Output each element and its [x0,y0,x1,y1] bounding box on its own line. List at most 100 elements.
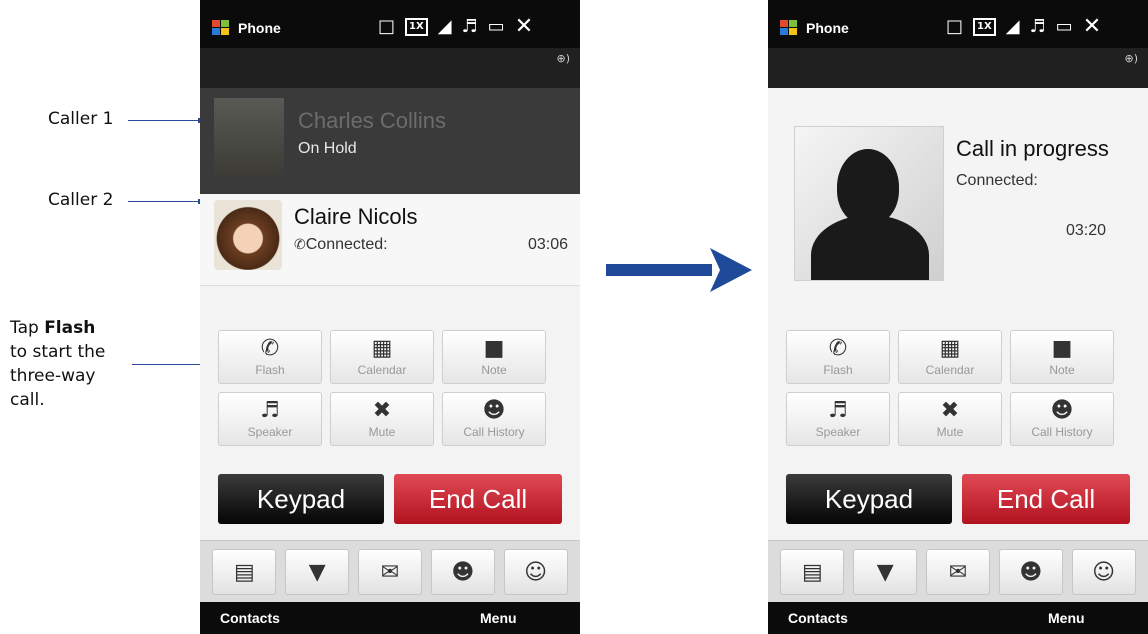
bluetooth-icon: ⊕) [556,52,570,65]
softkey-menu[interactable]: Menu [480,610,517,626]
softkey-contacts[interactable]: Contacts [788,610,848,626]
volume-icon[interactable]: ♬ [462,16,478,38]
note-button[interactable]: ■ Note [442,330,546,384]
call-status-connected: Connected: [956,172,1038,189]
caller-1-status: On Hold [298,140,357,157]
keypad-button[interactable]: Keypad [218,474,384,524]
flash-button[interactable]: ✆ Flash [786,330,890,384]
speaker-label: Speaker [247,425,293,439]
silhouette-head [837,149,899,225]
message-icon[interactable]: ▼ [853,548,918,595]
signal-icon[interactable]: ◢ [1006,16,1020,38]
flash-button[interactable]: ✆ Flash [218,330,322,384]
label-tap-flash: Tap Flash to start the three-way call. [10,316,105,412]
phone-screen-right: Phone □ 1X ◢ ♬ ▭ ✕ ⊕) Call in progress C… [768,0,1148,634]
shortcut-tray: ▤ ▼ ✉ ☻ ☺ [768,540,1148,602]
call-action-buttons: Keypad End Call [218,474,562,524]
tv-icon: □ [946,16,964,37]
softkey-bar: Contacts Menu [200,602,580,634]
flash-icon: ✆ [260,336,280,361]
calendar-icon: ▦ [939,336,961,361]
softkey-contacts[interactable]: Contacts [220,610,280,626]
call-log-icon[interactable]: ☻ [998,548,1063,595]
call-history-button[interactable]: ☻ Call History [1010,392,1114,446]
calendar-button[interactable]: ▦ Calendar [898,330,1002,384]
speaker-label: Speaker [815,425,861,439]
call-in-progress-card: Call in progress Connected: 03:20 [768,88,1148,298]
caller-2-time: 03:06 [527,236,568,253]
1x-icon: 1X [405,18,428,36]
calendar-button[interactable]: ▦ Calendar [330,330,434,384]
call-action-buttons: Keypad End Call [786,474,1130,524]
tap-line-4: call. [10,390,45,410]
calendar-label: Calendar [925,363,975,377]
status-bar: Phone □ 1X ◢ ♬ ▭ ✕ [200,0,580,48]
status-icons: □ 1X ◢ ♬ ▭ ✕ [378,16,533,38]
caller-2-status: ✆Connected: [294,236,388,254]
message-icon[interactable]: ▼ [285,548,350,595]
speaker-button[interactable]: ♬ Speaker [786,392,890,446]
battery-icon[interactable]: ▭ [488,16,505,38]
contact-card-icon[interactable]: ▤ [780,548,845,595]
windows-start-icon[interactable] [780,20,798,36]
tap-line-3: three-way [10,366,96,386]
function-grid: ✆ Flash ▦ Calendar ■ Note ♬ Speaker ✖ Mute ☻ C… [218,330,562,446]
end-call-button[interactable]: End Call [394,474,562,524]
softkey-menu[interactable]: Menu [1048,610,1085,626]
signal-icon[interactable]: ◢ [438,16,452,38]
mute-label: Mute [368,425,396,439]
phone-connected-icon: ✆ [294,237,306,253]
volume-icon[interactable]: ♬ [1030,16,1046,38]
1x-icon: 1X [973,18,996,36]
status-icons: □ 1X ◢ ♬ ▭ ✕ [946,16,1101,38]
calendar-label: Calendar [357,363,407,377]
contacts-icon[interactable]: ☺ [1071,548,1136,595]
caller-row-connected[interactable]: Claire Nicols ✆Connected: 03:06 [200,194,580,286]
contacts-icon[interactable]: ☺ [503,548,568,595]
end-call-button[interactable]: End Call [962,474,1130,524]
flash-label: Flash [255,363,285,377]
email-icon[interactable]: ✉ [357,548,422,595]
flash-icon: ✆ [828,336,848,361]
mute-icon: ✖ [372,398,392,423]
mute-button[interactable]: ✖ Mute [898,392,1002,446]
caller-row-on-hold[interactable]: Charles Collins On Hold [200,88,580,194]
shortcut-tray: ▤ ▼ ✉ ☻ ☺ [200,540,580,602]
call-status-title: Call in progress [956,136,1109,161]
call-history-button[interactable]: ☻ Call History [442,392,546,446]
call-history-label: Call History [463,425,525,439]
caller-2-status-text: Connected: [305,236,388,253]
note-label: Note [481,363,507,377]
keypad-button[interactable]: Keypad [786,474,952,524]
call-timer: 03:20 [1066,222,1107,239]
speaker-button[interactable]: ♬ Speaker [218,392,322,446]
function-grid: ✆ Flash ▦ Calendar ■ Note ♬ Speaker ✖ Mute ☻ C… [786,330,1130,446]
note-button[interactable]: ■ Note [1010,330,1114,384]
call-log-icon[interactable]: ☻ [430,548,495,595]
sub-status-bar: ⊕) [200,48,580,88]
caller-2-photo [214,200,282,270]
tap-flash-bold: Flash [44,318,96,338]
battery-icon[interactable]: ▭ [1056,16,1073,38]
speaker-icon: ♬ [828,398,848,423]
windows-start-icon[interactable] [212,20,230,36]
close-icon[interactable]: ✕ [1083,16,1101,38]
leader-line-caller-1 [128,120,198,121]
bluetooth-icon: ⊕) [1124,52,1138,65]
tap-line-2: to start the [10,342,106,362]
sub-status-bar: ⊕) [768,48,1148,88]
email-icon[interactable]: ✉ [925,548,990,595]
note-icon: ■ [1051,336,1073,361]
caller-2-name: Claire Nicols [294,204,418,229]
leader-line-caller-2 [128,201,198,202]
tap-prefix: Tap [10,318,45,338]
contact-card-icon[interactable]: ▤ [212,548,277,595]
phone-screen-left: Phone □ 1X ◢ ♬ ▭ ✕ ⊕) Charles Collins On… [200,0,580,634]
mute-label: Mute [936,425,964,439]
label-caller-2: Caller 2 [48,190,114,210]
status-bar: Phone □ 1X ◢ ♬ ▭ ✕ [768,0,1148,48]
mute-button[interactable]: ✖ Mute [330,392,434,446]
app-title: Phone [806,20,849,36]
note-label: Note [1049,363,1075,377]
close-icon[interactable]: ✕ [515,16,533,38]
